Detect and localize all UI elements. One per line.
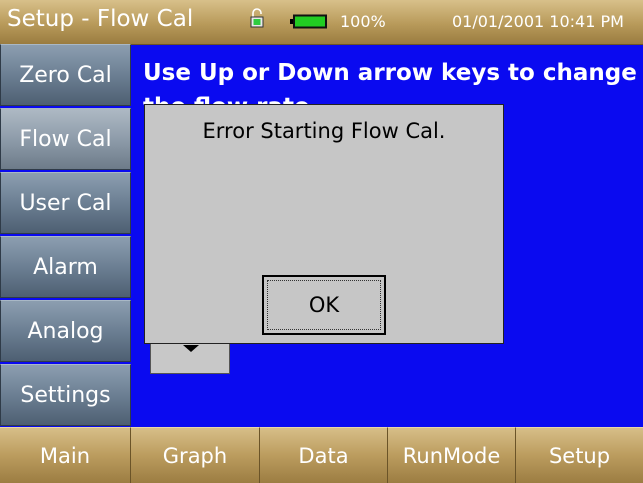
down-arrow-icon [183, 345, 199, 352]
sidebar-item-flow-cal[interactable]: Flow Cal [0, 108, 131, 170]
sidebar-item-user-cal[interactable]: User Cal [0, 172, 131, 234]
page-title: Setup - Flow Cal [7, 6, 194, 32]
title-bar: Setup - Flow Cal 100% 01/01/2001 10:41 P… [0, 0, 643, 45]
dialog-message: Error Starting Flow Cal. [202, 119, 446, 143]
sidebar-item-label: Flow Cal [19, 126, 112, 152]
ok-button[interactable]: OK [262, 275, 386, 335]
nav-runmode-button[interactable]: RunMode [388, 427, 516, 483]
nav-label: RunMode [402, 443, 501, 468]
battery-full-icon [290, 14, 327, 29]
bottom-nav: Main Graph Data RunMode Setup [0, 427, 643, 483]
nav-label: Data [298, 443, 349, 468]
nav-setup-button[interactable]: Setup [516, 427, 643, 483]
sidebar-item-label: User Cal [19, 190, 112, 216]
down-arrow-button[interactable] [150, 340, 230, 374]
ok-button-label: OK [308, 293, 340, 317]
unlocked-padlock-icon [250, 8, 264, 28]
date-time: 01/01/2001 10:41 PM [452, 12, 624, 31]
sidebar-item-analog[interactable]: Analog [0, 300, 131, 362]
nav-data-button[interactable]: Data [260, 427, 388, 483]
sidebar-item-settings[interactable]: Settings [0, 364, 131, 426]
sidebar-item-label: Settings [20, 382, 111, 408]
nav-label: Graph [162, 443, 228, 468]
sidebar-item-label: Analog [27, 318, 104, 344]
sidebar-item-label: Alarm [33, 254, 98, 280]
sidebar-item-label: Zero Cal [19, 62, 112, 88]
battery-percentage: 100% [340, 12, 386, 31]
error-dialog: Error Starting Flow Cal. OK [144, 104, 504, 344]
nav-label: Setup [548, 443, 611, 468]
sidebar-item-zero-cal[interactable]: Zero Cal [0, 44, 131, 106]
nav-graph-button[interactable]: Graph [131, 427, 260, 483]
sidebar-item-alarm[interactable]: Alarm [0, 236, 131, 298]
device-screen: Setup - Flow Cal 100% 01/01/2001 10:41 P… [0, 0, 643, 483]
nav-main-button[interactable]: Main [0, 427, 131, 483]
nav-label: Main [39, 443, 91, 468]
